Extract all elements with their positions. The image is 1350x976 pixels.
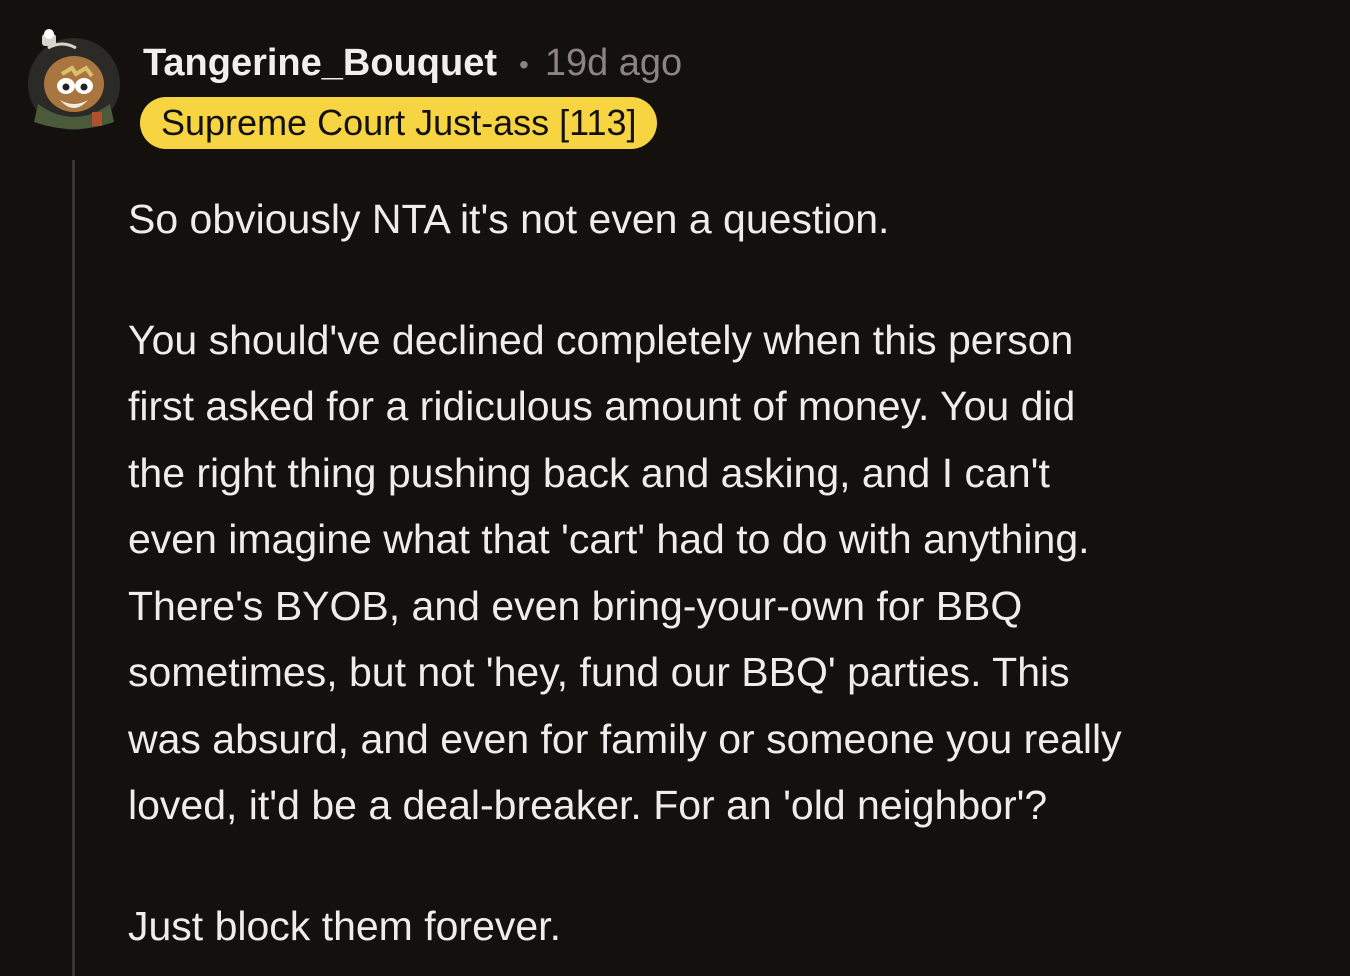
meta-separator: • xyxy=(519,49,529,80)
comment: Tangerine_Bouquet • 19d ago Supreme Cour… xyxy=(0,0,1350,976)
comment-body: So obviously NTA it's not even a questio… xyxy=(128,186,1328,959)
comment-paragraph-3: Just block them forever. xyxy=(128,902,561,949)
thread-line[interactable] xyxy=(72,160,75,976)
user-avatar[interactable] xyxy=(22,26,126,132)
comment-paragraph-2: You should've declined completely when t… xyxy=(128,316,1122,829)
comment-paragraph-1: So obviously NTA it's not even a questio… xyxy=(128,196,890,242)
author-username[interactable]: Tangerine_Bouquet xyxy=(143,42,497,85)
comment-header: Tangerine_Bouquet • 19d ago xyxy=(143,38,682,88)
comment-timestamp[interactable]: 19d ago xyxy=(545,42,682,85)
avatar-image xyxy=(28,29,120,130)
user-flair-badge: Supreme Court Just-ass [113] xyxy=(140,97,657,149)
